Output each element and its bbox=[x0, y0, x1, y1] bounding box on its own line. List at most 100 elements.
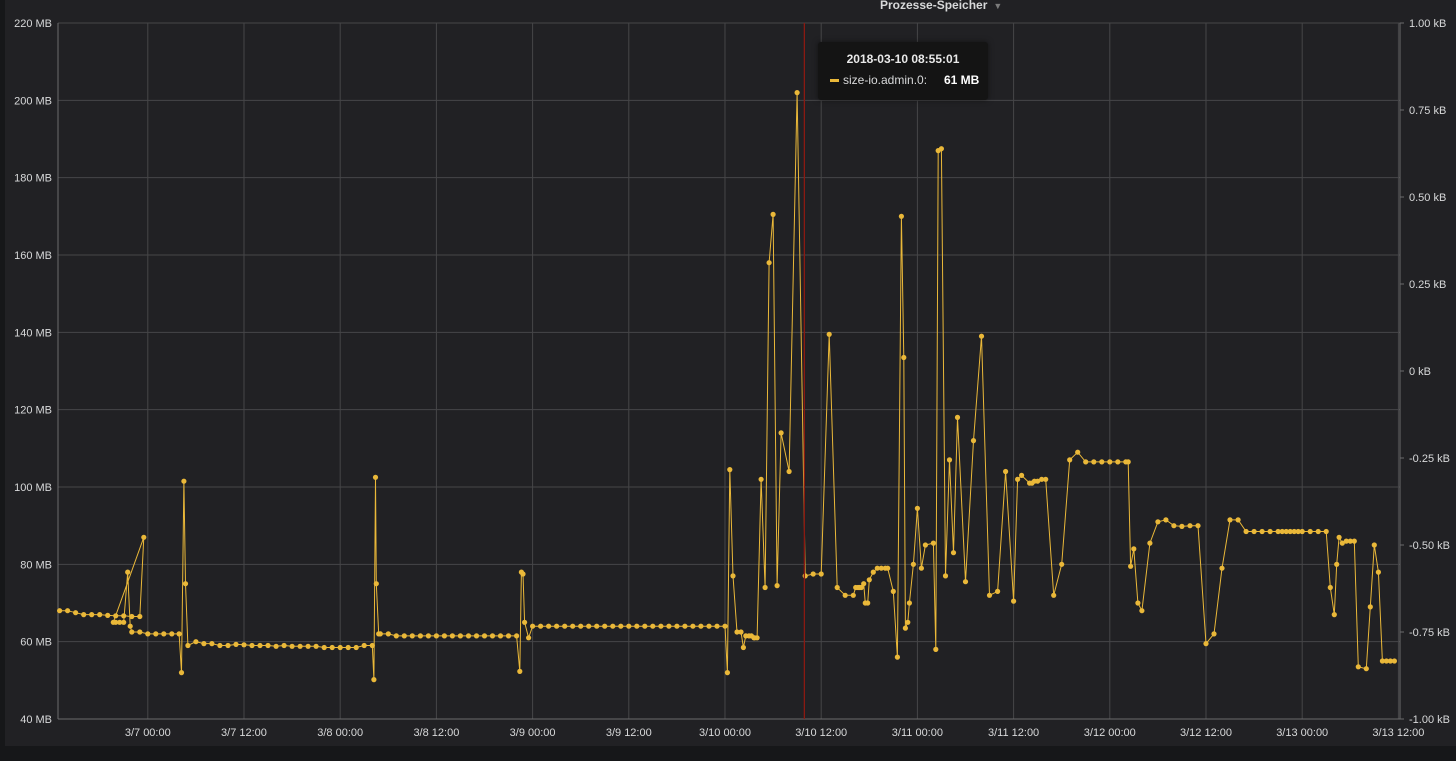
series-line bbox=[59, 92, 1395, 680]
data-point bbox=[933, 646, 939, 653]
chart-series bbox=[57, 90, 1397, 683]
data-point bbox=[89, 612, 95, 618]
chart-tooltip: 2018-03-10 08:55:01 size-io.admin.0: 61 … bbox=[818, 42, 988, 100]
data-point bbox=[890, 588, 896, 595]
data-point bbox=[1115, 459, 1121, 465]
y2-tick-label: -1.00 kB bbox=[1409, 714, 1450, 726]
data-point bbox=[658, 623, 664, 629]
data-point bbox=[698, 623, 704, 629]
y-tick-label: 220 MB bbox=[14, 18, 52, 30]
data-point bbox=[1131, 546, 1137, 552]
data-point bbox=[1203, 641, 1209, 647]
data-point bbox=[1099, 459, 1105, 465]
data-point bbox=[1259, 528, 1265, 535]
data-point bbox=[861, 581, 867, 587]
data-point bbox=[1363, 666, 1369, 672]
data-point bbox=[570, 623, 576, 629]
data-point bbox=[1211, 631, 1217, 637]
data-point bbox=[265, 642, 271, 649]
data-point bbox=[610, 623, 616, 629]
data-point bbox=[297, 643, 303, 649]
line-chart[interactable]: 220 MB 200 MB 180 MB 160 MB 140 MB 120 MB 100 … bbox=[0, 0, 1456, 761]
chart-grid bbox=[58, 22, 1400, 720]
data-point bbox=[305, 643, 311, 649]
data-point bbox=[289, 643, 295, 649]
y-tick-label: 40 MB bbox=[20, 714, 52, 726]
data-point bbox=[1083, 459, 1089, 465]
data-point bbox=[922, 542, 929, 548]
data-point bbox=[321, 644, 327, 651]
data-point bbox=[1135, 600, 1141, 606]
data-point bbox=[562, 623, 568, 629]
data-point bbox=[865, 600, 871, 606]
data-point bbox=[520, 571, 526, 577]
data-point bbox=[517, 668, 523, 675]
data-point bbox=[794, 90, 800, 96]
data-point bbox=[618, 623, 624, 629]
x-tick-label: 3/10 12:00 bbox=[795, 727, 847, 739]
data-point bbox=[634, 623, 640, 629]
x-tick-label: 3/7 12:00 bbox=[221, 727, 267, 739]
data-point bbox=[986, 592, 993, 598]
data-point bbox=[786, 468, 792, 475]
data-point bbox=[1227, 517, 1233, 523]
data-point bbox=[774, 583, 780, 589]
data-point bbox=[1051, 592, 1057, 598]
data-point bbox=[930, 540, 937, 546]
data-point bbox=[225, 642, 231, 649]
data-point bbox=[1235, 517, 1241, 523]
data-point bbox=[457, 633, 463, 639]
y-tick-label: 160 MB bbox=[14, 250, 52, 262]
data-point bbox=[371, 677, 377, 683]
data-point bbox=[345, 644, 351, 651]
data-point bbox=[337, 644, 343, 651]
data-point bbox=[373, 581, 379, 587]
data-point bbox=[241, 642, 247, 648]
data-point bbox=[740, 644, 747, 651]
data-point bbox=[97, 612, 103, 618]
y2-tick-label: 0.75 kB bbox=[1409, 105, 1446, 117]
data-point bbox=[714, 623, 720, 629]
data-point bbox=[369, 642, 375, 649]
data-point bbox=[176, 631, 182, 637]
data-point bbox=[1334, 561, 1340, 567]
data-point bbox=[1371, 542, 1377, 548]
data-point bbox=[161, 631, 167, 637]
data-point bbox=[257, 642, 263, 649]
tooltip-value: 61 MB bbox=[944, 73, 980, 87]
data-point bbox=[497, 633, 504, 639]
data-point bbox=[826, 331, 832, 337]
data-point bbox=[125, 569, 131, 575]
data-point bbox=[706, 623, 712, 629]
data-point bbox=[538, 623, 544, 629]
data-point bbox=[522, 619, 528, 625]
data-point bbox=[754, 635, 760, 641]
data-point bbox=[1375, 569, 1381, 575]
data-point bbox=[1163, 517, 1169, 523]
data-point bbox=[642, 623, 648, 629]
data-point bbox=[1139, 608, 1145, 614]
data-point bbox=[249, 642, 255, 649]
data-point bbox=[425, 633, 431, 639]
data-point bbox=[978, 333, 985, 339]
y2-tick-label: 0 kB bbox=[1409, 366, 1431, 378]
data-point bbox=[666, 623, 672, 629]
data-point bbox=[870, 569, 876, 575]
y2-tick-label: -0.75 kB bbox=[1409, 627, 1450, 639]
data-point bbox=[727, 467, 733, 473]
y2-tick-label: 0.50 kB bbox=[1409, 192, 1446, 204]
data-point bbox=[758, 476, 764, 482]
data-point bbox=[281, 642, 287, 649]
data-point bbox=[682, 623, 688, 629]
data-point bbox=[1367, 604, 1373, 610]
data-point bbox=[141, 534, 147, 540]
x-tick-label: 3/13 00:00 bbox=[1276, 727, 1328, 739]
data-point bbox=[954, 414, 961, 420]
x-tick-label: 3/11 00:00 bbox=[892, 727, 943, 739]
data-point bbox=[950, 550, 957, 556]
data-point bbox=[129, 629, 135, 635]
data-point bbox=[1299, 528, 1305, 535]
data-point bbox=[738, 629, 744, 635]
data-point bbox=[441, 633, 447, 639]
data-point bbox=[1315, 528, 1321, 535]
